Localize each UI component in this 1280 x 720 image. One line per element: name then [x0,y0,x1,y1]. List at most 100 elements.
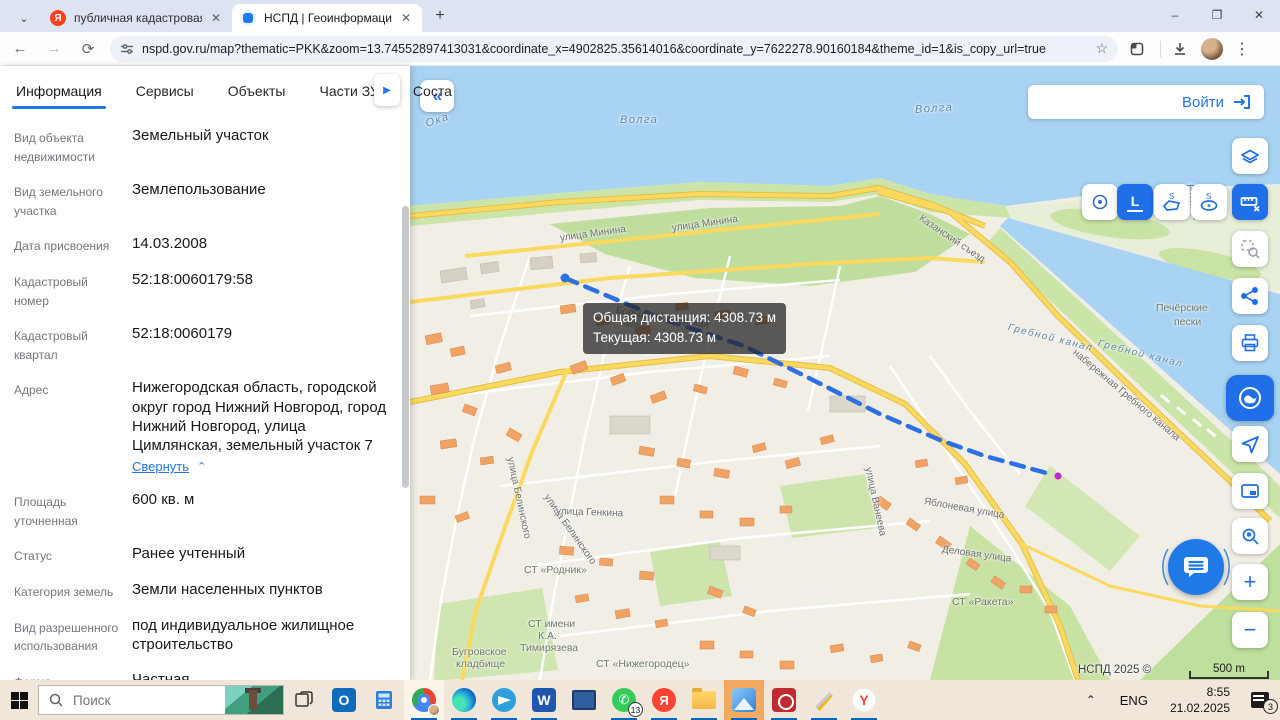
taskbar-app-red[interactable] [764,680,804,720]
url-text[interactable]: nspd.gov.ru/map?thematic=PKK&zoom=13.745… [142,42,1089,56]
login-bar[interactable]: Войти [1028,85,1264,119]
bookmark-star-icon[interactable]: ☆ [1095,40,1108,57]
address-bar[interactable]: nspd.gov.ru/map?thematic=PKK&zoom=13.745… [110,36,1118,62]
print-icon [1239,332,1261,354]
map-label: Тимирязева [520,642,578,654]
field-label: Вид разрешенного использования [14,616,132,656]
date-label: 21.02.2025 [1170,700,1230,716]
maximize-button[interactable]: ❐ [1196,0,1238,30]
taskbar-app-chrome[interactable] [404,680,444,720]
yandex-icon: Я [652,688,676,712]
minimize-button[interactable]: – [1154,0,1196,30]
object-search-button[interactable] [1232,231,1268,267]
field-label: Статус [14,544,132,566]
tab-parts[interactable]: Части ЗУ [317,70,380,109]
measure-circle-button[interactable]: S [1191,184,1227,220]
circle-measure-icon: S [1197,190,1221,214]
svg-text:S: S [1206,192,1211,201]
field-row-address: Адрес Нижегородская область, городской о… [14,378,396,476]
tab-search-icon[interactable]: ⌄ [10,9,38,27]
measure-current-distance: Текущая: 4308.73 м [593,328,776,348]
area-measure-icon: S [1160,190,1184,214]
taskbar-app-word[interactable]: W [524,680,564,720]
search-input[interactable] [73,693,193,708]
measure-area-button[interactable]: S [1154,184,1190,220]
taskbar-app-yandex[interactable]: Я [644,680,684,720]
layers-icon [1239,145,1261,167]
field-label: Адрес [14,378,132,476]
telegram-icon [492,688,516,712]
whatsapp-badge: 13 [628,702,643,717]
search-highlight-image[interactable] [225,686,283,714]
browser-tab-nspd[interactable]: НСПД | Геоинформационный ✕ [232,4,422,32]
field-row: Статус Ранее учтенный [14,544,396,566]
site-settings-icon[interactable] [120,42,134,56]
taskbar-app-outlook[interactable]: O [324,680,364,720]
field-row: Дата присвоения 14.03.2008 [14,234,396,256]
notification-center-button[interactable]: 3 [1240,680,1280,720]
measure-length-button[interactable]: L [1117,184,1153,220]
taskbar-app-whatsapp[interactable]: ✆13 [604,680,644,720]
minimap-icon [1239,480,1261,502]
tabs-scroll-right-button[interactable]: ▶ [374,74,400,106]
toolbar-divider [1160,41,1161,57]
zoom-out-button[interactable]: − [1232,612,1268,648]
profile-avatar[interactable] [1201,38,1223,60]
tab-composition[interactable]: Соста [411,70,454,109]
field-row: Вид объекта недвижимости Земельный участ… [14,126,396,166]
back-icon[interactable]: ← [6,35,34,63]
measure-point-button[interactable] [1082,184,1118,220]
tab-groups-icon[interactable] [1124,36,1150,62]
task-view-icon [294,690,314,710]
close-button[interactable]: ✕ [1238,0,1280,30]
panel-scrollbar[interactable] [402,206,409,488]
print-button[interactable] [1232,325,1268,361]
collapse-address-link[interactable]: Свернуть⌃ [132,459,206,476]
taskbar-app-photos[interactable] [724,680,764,720]
clear-measure-button[interactable] [1232,184,1268,220]
taskbar-app-thispc[interactable] [564,680,604,720]
tab-services[interactable]: Сервисы [134,70,196,109]
taskbar-app-explorer[interactable] [684,680,724,720]
field-row: Категория земель Земли населенных пункто… [14,580,396,602]
tab-objects[interactable]: Объекты [226,70,288,109]
close-tab-icon[interactable]: ✕ [208,10,224,26]
taskbar-app-paint[interactable] [804,680,844,720]
browser-menu-icon[interactable]: ⋮ [1229,36,1255,62]
taskbar-app-telegram[interactable] [484,680,524,720]
layers-button[interactable] [1232,138,1268,174]
language-indicator[interactable]: ENG [1108,693,1160,708]
close-tab-icon[interactable]: ✕ [398,10,414,26]
clock[interactable]: 8:55 21.02.2025 [1160,684,1240,716]
active-map-tool-button[interactable] [1226,375,1274,421]
tray-expand-icon[interactable]: ⌃ [1074,693,1108,707]
field-row: Вид разрешенного использования под индив… [14,616,396,656]
field-value: 600 кв. м [132,490,396,530]
measure-total-distance: Общая дистанция: 4308.73 м [593,308,776,328]
tab-information[interactable]: Информация [14,70,104,109]
field-label: Категория земель [14,580,132,602]
new-tab-button[interactable]: + [428,4,452,28]
windows-logo-icon [11,692,28,709]
minimap-button[interactable] [1232,473,1268,509]
my-location-button[interactable] [1232,426,1268,462]
navigation-arrow-icon [1239,433,1261,455]
taskbar-app-calculator[interactable] [364,680,404,720]
chat-button[interactable] [1168,539,1224,595]
map-canvas[interactable]: Волга Волга Ока Волга Печёрские пески Гр… [410,66,1280,680]
browser-tab-strip: ⌄ Я публичная кадастровая карта ✕ НСПД |… [0,0,1280,32]
forward-icon[interactable]: → [40,35,68,63]
map-label: улица Генкина [556,506,623,519]
photos-icon [732,688,756,712]
taskbar-app-edge[interactable] [444,680,484,720]
downloads-icon[interactable] [1167,36,1193,62]
start-button[interactable] [0,680,38,720]
share-button[interactable] [1232,278,1268,314]
paint-icon [813,689,835,711]
browser-tab-pkk[interactable]: Я публичная кадастровая карта ✕ [42,4,232,32]
address-text: Нижегородская область, городской округ г… [132,379,386,454]
taskbar-app-ybrowser[interactable]: Y [844,680,884,720]
reload-icon[interactable]: ⟳ [74,35,102,63]
task-view-button[interactable] [284,680,324,720]
taskbar-search[interactable] [38,685,284,715]
